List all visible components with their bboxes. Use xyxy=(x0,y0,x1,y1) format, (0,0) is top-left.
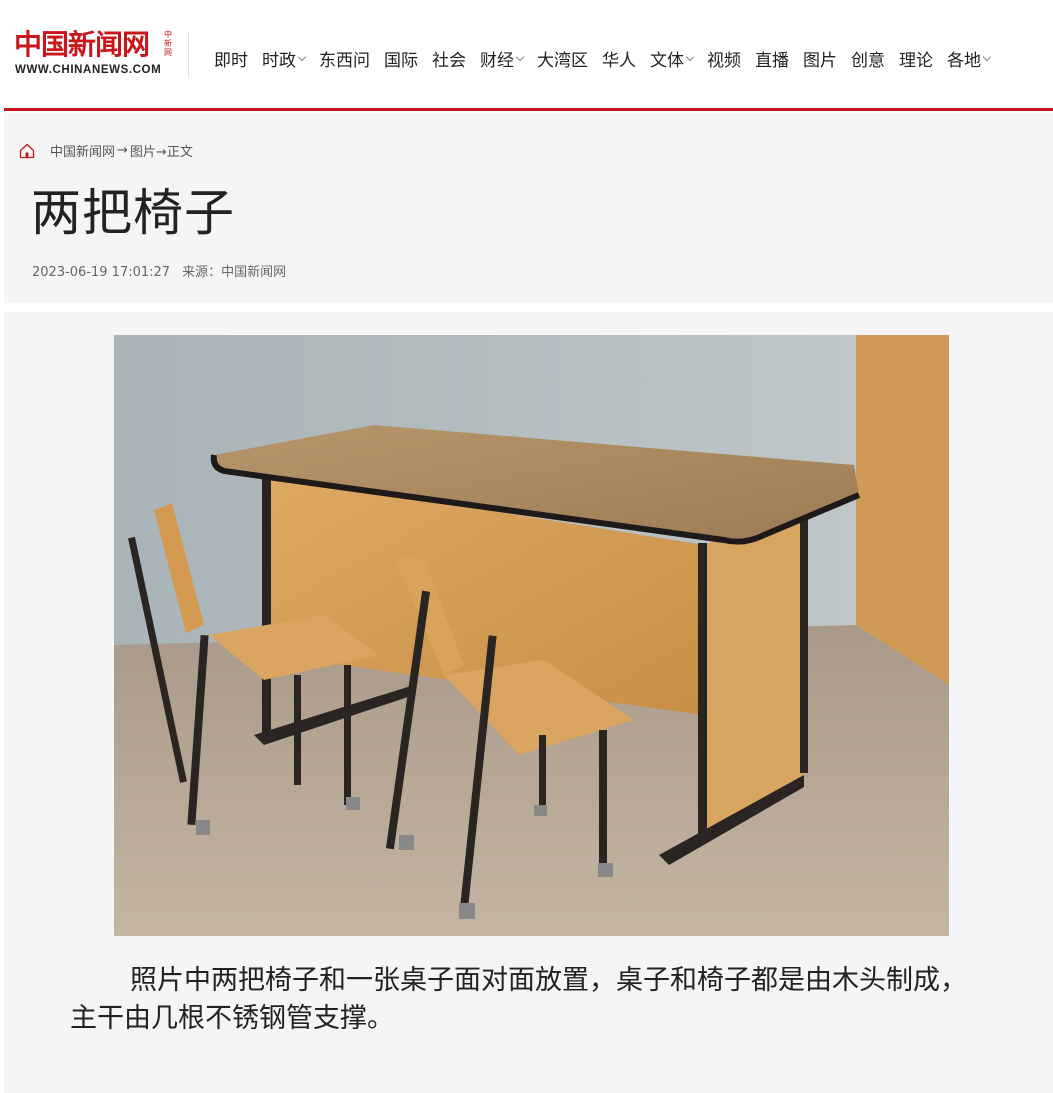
logo-url: WWW.CHINANEWS.COM xyxy=(15,64,162,76)
nav-item-zhibo[interactable]: 直播 xyxy=(755,46,789,71)
breadcrumb-home-link[interactable]: 中国新闻网 xyxy=(50,141,115,160)
header-divider xyxy=(4,108,1053,111)
nav-item-dawanqu[interactable]: 大湾区 xyxy=(537,46,588,71)
nav-item-jishi[interactable]: 即时 xyxy=(214,46,248,71)
article-header: 中国新闻网 → 图片→正文 两把椅子 2023-06-19 17:01:27 来源… xyxy=(4,113,1053,303)
breadcrumb-current[interactable]: 图片→正文 xyxy=(130,141,193,160)
article-datetime: 2023-06-19 17:01:27 xyxy=(32,265,171,280)
breadcrumb: 中国新闻网 → 图片→正文 xyxy=(18,141,193,160)
site-header: 中国新闻网 中新网 WWW.CHINANEWS.COM 即时 时政 东西问 国际… xyxy=(0,0,1053,108)
chevron-down-icon xyxy=(685,52,695,61)
chevron-down-icon xyxy=(515,52,525,61)
breadcrumb-separator: → xyxy=(117,143,128,158)
logo-side-text: 中新网 xyxy=(164,30,172,57)
photo-caption: 照片中两把椅子和一张桌子面对面放置，桌子和椅子都是由木头制成，主干由几根不锈钢管… xyxy=(70,965,967,1034)
nav-item-shizheng[interactable]: 时政 xyxy=(262,46,307,71)
nav-item-gedi[interactable]: 各地 xyxy=(947,46,992,71)
nav-item-shehui[interactable]: 社会 xyxy=(432,46,466,71)
nav-item-lilun[interactable]: 理论 xyxy=(899,46,933,71)
article-photo xyxy=(114,335,949,936)
nav-item-shipin[interactable]: 视频 xyxy=(707,46,741,71)
main-nav: 即时 时政 东西问 国际 社会 财经 大湾区 华人 文体 视频 直播 图片 创意… xyxy=(214,45,1004,71)
home-icon[interactable] xyxy=(18,142,36,160)
page-title: 两把椅子 xyxy=(31,184,235,242)
nav-item-dongxiwen[interactable]: 东西问 xyxy=(319,46,370,71)
article-source: 来源：中国新闻网 xyxy=(182,265,287,280)
logo-divider xyxy=(188,32,189,78)
nav-item-wenti[interactable]: 文体 xyxy=(650,46,695,71)
nav-item-caijing[interactable]: 财经 xyxy=(480,46,525,71)
photo-table-and-chairs xyxy=(114,335,949,936)
logo-wordmark: 中国新闻网 xyxy=(14,28,150,61)
article-meta: 2023-06-19 17:01:27 来源：中国新闻网 xyxy=(32,261,286,280)
nav-item-tupian[interactable]: 图片 xyxy=(803,46,837,71)
chevron-down-icon xyxy=(982,52,992,61)
article-body: 照片中两把椅子和一张桌子面对面放置，桌子和椅子都是由木头制成，主干由几根不锈钢管… xyxy=(4,312,1053,1093)
nav-item-guoji[interactable]: 国际 xyxy=(384,46,418,71)
nav-item-huaren[interactable]: 华人 xyxy=(602,46,636,71)
site-logo[interactable]: 中国新闻网 中新网 WWW.CHINANEWS.COM xyxy=(14,28,176,80)
nav-item-chuangyi[interactable]: 创意 xyxy=(851,46,885,71)
chevron-down-icon xyxy=(297,52,307,61)
